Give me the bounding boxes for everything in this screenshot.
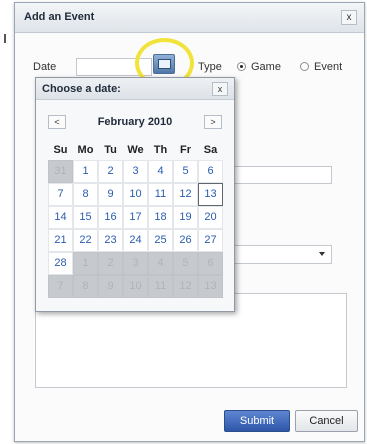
calendar-day[interactable]: 27	[198, 229, 223, 252]
calendar-day[interactable]: 5	[173, 160, 198, 183]
cancel-button[interactable]: Cancel	[295, 410, 358, 432]
calendar-day[interactable]: 26	[173, 229, 198, 252]
radio-game[interactable]	[237, 62, 246, 71]
calendar-day[interactable]: 22	[73, 229, 98, 252]
date-picker-title: Choose a date:	[42, 83, 121, 95]
left-edge-mark	[4, 34, 6, 43]
text-field[interactable]	[232, 166, 332, 184]
calendar-day-other-month: 1	[73, 252, 98, 275]
calendar-day[interactable]: 16	[98, 206, 123, 229]
calendar-day[interactable]: 2	[98, 160, 123, 183]
calendar-day[interactable]: 24	[123, 229, 148, 252]
calendar-day[interactable]: 21	[48, 229, 73, 252]
dialog-title: Add an Event	[24, 11, 95, 23]
radio-event[interactable]	[300, 62, 309, 71]
calendar-day-today[interactable]: 13	[198, 183, 223, 206]
calendar-day-other-month: 7	[48, 275, 73, 298]
weekday-header: Sa	[203, 144, 218, 156]
calendar-day[interactable]: 25	[148, 229, 173, 252]
calendar-day[interactable]: 17	[123, 206, 148, 229]
calendar-day[interactable]: 19	[173, 206, 198, 229]
date-picker-close-button[interactable]: x	[212, 82, 228, 96]
calendar-day[interactable]: 12	[173, 183, 198, 206]
calendar-day[interactable]: 6	[198, 160, 223, 183]
calendar-day-other-month: 6	[198, 252, 223, 275]
calendar-day[interactable]: 11	[148, 183, 173, 206]
calendar-day-other-month: 9	[98, 275, 123, 298]
calendar-day-other-month: 8	[73, 275, 98, 298]
calendar-day[interactable]: 28	[48, 252, 73, 275]
radio-game-label: Game	[251, 61, 281, 73]
weekday-header: Th	[153, 144, 168, 156]
chevron-down-icon	[319, 252, 325, 256]
calendar-day[interactable]: 10	[123, 183, 148, 206]
calendar-day[interactable]: 20	[198, 206, 223, 229]
weekday-header: Tu	[104, 144, 117, 156]
calendar-grid: Su Mo Tu We Th Fr Sa 31 1 2 3 4 5 6 7 8 9 10 11 12 13 14 15 16 1…	[48, 140, 224, 298]
calendar-day[interactable]: 4	[148, 160, 173, 183]
select-field[interactable]	[232, 245, 332, 264]
next-month-button[interactable]: >	[204, 115, 222, 129]
weekday-header: Mo	[77, 144, 94, 156]
calendar-day-other-month: 13	[198, 275, 223, 298]
date-picker-header: Choose a date: x	[36, 78, 234, 100]
calendar-day[interactable]: 1	[73, 160, 98, 183]
calendar-day[interactable]: 15	[73, 206, 98, 229]
calendar-day[interactable]: 7	[48, 183, 73, 206]
calendar-day[interactable]: 8	[73, 183, 98, 206]
radio-event-label: Event	[314, 61, 343, 73]
calendar-day-other-month: 10	[123, 275, 148, 298]
calendar-day[interactable]: 23	[98, 229, 123, 252]
calendar-day-other-month: 31	[48, 160, 73, 183]
calendar-day-other-month: 11	[148, 275, 173, 298]
calendar-day[interactable]: 3	[123, 160, 148, 183]
calendar-day-other-month: 2	[98, 252, 123, 275]
calendar-day[interactable]: 9	[98, 183, 123, 206]
date-label: Date	[33, 61, 57, 73]
weekday-header: Su	[53, 144, 68, 156]
dialog-close-button[interactable]: x	[341, 10, 357, 25]
calendar-day-other-month: 3	[123, 252, 148, 275]
calendar-day-other-month: 5	[173, 252, 198, 275]
date-picker-popup: Choose a date: x < February 2010 > Su Mo T…	[35, 77, 235, 312]
submit-button[interactable]: Submit	[224, 410, 290, 432]
type-label: Type	[198, 61, 222, 73]
calendar-day-other-month: 12	[173, 275, 198, 298]
calendar-day[interactable]: 14	[48, 206, 73, 229]
weekday-header: We	[127, 144, 144, 156]
weekday-header: Fr	[180, 144, 191, 156]
calendar-day-other-month: 4	[148, 252, 173, 275]
calendar-day[interactable]: 18	[148, 206, 173, 229]
dialog-titlebar[interactable]: Add an Event x	[15, 3, 364, 33]
